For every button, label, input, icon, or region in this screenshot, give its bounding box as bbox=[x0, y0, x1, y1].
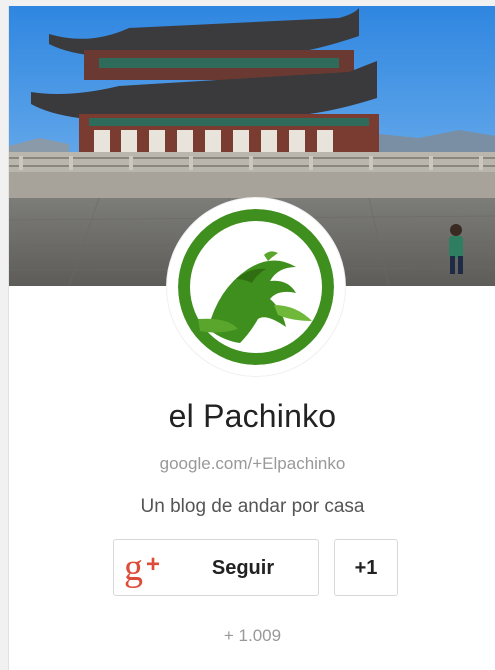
follow-button[interactable]: g + Seguir bbox=[113, 539, 319, 596]
svg-text:+: + bbox=[146, 551, 160, 578]
plus-one-label: +1 bbox=[354, 557, 378, 579]
wave-logo-icon bbox=[178, 209, 334, 365]
profile-tagline: Un blog de andar por casa bbox=[140, 496, 365, 517]
svg-text:g: g bbox=[124, 547, 143, 589]
plus-one-button[interactable]: +1 bbox=[334, 539, 398, 596]
profile-name[interactable]: el Pachinko bbox=[9, 398, 495, 435]
follow-label: Seguir bbox=[211, 557, 275, 579]
google-plus-badge: el Pachinko google.com/+Elpachinko Un bl… bbox=[8, 6, 495, 670]
follower-count: + 1.009 bbox=[223, 626, 282, 645]
google-plus-icon: g + bbox=[122, 546, 168, 590]
avatar[interactable] bbox=[167, 198, 345, 376]
profile-url[interactable]: google.com/+Elpachinko bbox=[9, 454, 495, 474]
